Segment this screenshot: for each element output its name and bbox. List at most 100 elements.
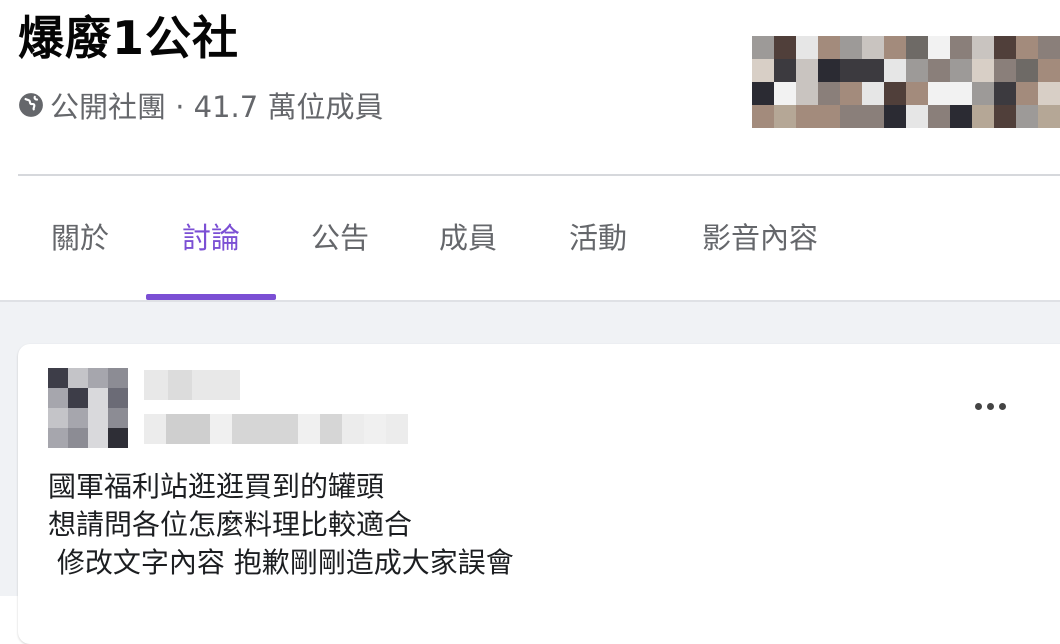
pixel-block: [884, 36, 906, 59]
pixel-block: [972, 82, 994, 105]
pixel-block: [774, 82, 796, 105]
pixel-block: [884, 59, 906, 82]
pixel-block: [928, 82, 950, 105]
pixel-block: [68, 368, 88, 388]
pixel-block: [906, 82, 928, 105]
pixel-block: [752, 59, 774, 82]
globe-icon: [19, 93, 43, 117]
pixel-block: [1016, 59, 1038, 82]
pixel-block: [818, 105, 840, 128]
tab-discussion[interactable]: 討論: [146, 196, 276, 296]
pixel-block: [752, 105, 774, 128]
pixel-block: [950, 82, 972, 105]
pixel-block: [68, 428, 88, 448]
pixel-block: [192, 370, 216, 400]
pixel-block: [88, 368, 108, 388]
pixel-block: [144, 414, 166, 444]
pixel-block: [1038, 105, 1060, 128]
pixel-block: [818, 82, 840, 105]
post-timestamp-blurred[interactable]: [144, 414, 408, 444]
pixel-block: [108, 428, 128, 448]
pixel-block: [48, 368, 68, 388]
pixel-block: [840, 82, 862, 105]
pixel-block: [862, 82, 884, 105]
more-options-icon: [986, 402, 994, 410]
post-text: 國軍福利站逛逛買到的罐頭 想請問各位怎麼料理比較適合 修改文字內容 抱歉剛剛造成…: [48, 468, 514, 582]
pixel-block: [364, 414, 386, 444]
post-text-line: 想請問各位怎麼料理比較適合: [48, 508, 413, 541]
pixel-block: [840, 105, 862, 128]
tab-members[interactable]: 成員: [418, 196, 518, 296]
pixel-block: [796, 105, 818, 128]
group-tabs: 關於 討論 公告 成員 活動 影音內容: [0, 196, 1060, 300]
pixel-block: [298, 414, 320, 444]
pixel-block: [88, 428, 108, 448]
pixel-block: [774, 105, 796, 128]
pixel-block: [862, 59, 884, 82]
group-title[interactable]: 爆廢1公社: [18, 2, 239, 68]
pixel-block: [320, 414, 342, 444]
pixel-block: [276, 414, 298, 444]
pixel-block: [774, 36, 796, 59]
pixel-block: [752, 82, 774, 105]
pixel-block: [188, 414, 210, 444]
pixel-block: [928, 36, 950, 59]
pixel-block: [1038, 36, 1060, 59]
pixel-block: [108, 388, 128, 408]
pixel-block: [818, 59, 840, 82]
pixel-block: [928, 59, 950, 82]
pixel-block: [884, 82, 906, 105]
pixel-block: [342, 414, 364, 444]
pixel-block: [972, 105, 994, 128]
pixel-block: [166, 414, 188, 444]
pixel-block: [796, 36, 818, 59]
pixel-block: [906, 36, 928, 59]
pixel-block: [254, 414, 276, 444]
post-author-avatar[interactable]: [48, 368, 128, 448]
header-divider: [18, 174, 1060, 176]
pixel-block: [862, 105, 884, 128]
more-options-icon: [974, 402, 982, 410]
pixel-block: [88, 388, 108, 408]
pixel-block: [68, 408, 88, 428]
pixel-block: [928, 105, 950, 128]
pixel-block: [796, 82, 818, 105]
more-options-button[interactable]: [964, 386, 1016, 426]
pixel-block: [862, 36, 884, 59]
post-card: 國軍福利站逛逛買到的罐頭 想請問各位怎麼料理比較適合 修改文字內容 抱歉剛剛造成…: [18, 344, 1060, 644]
tab-about[interactable]: 關於: [30, 196, 130, 296]
pixel-block: [108, 408, 128, 428]
pixel-block: [1038, 59, 1060, 82]
pixel-block: [994, 59, 1016, 82]
pixel-block: [48, 408, 68, 428]
pixel-block: [840, 36, 862, 59]
pixel-block: [48, 428, 68, 448]
group-header: 爆廢1公社 公開社團 · 41.7 萬位成員 關於 討論 公告 成員 活動 影音…: [0, 0, 1060, 300]
pixel-block: [994, 105, 1016, 128]
feed-divider: [0, 300, 1060, 302]
post-author-name-blurred[interactable]: [144, 370, 240, 400]
pixel-block: [386, 414, 408, 444]
tab-announcements[interactable]: 公告: [290, 196, 390, 296]
pixel-block: [950, 105, 972, 128]
group-meta-text: 公開社團 · 41.7 萬位成員: [50, 90, 384, 124]
pixel-block: [972, 36, 994, 59]
pixel-block: [168, 370, 192, 400]
pixel-block: [818, 36, 840, 59]
more-options-icon: [998, 402, 1006, 410]
pixel-block: [774, 59, 796, 82]
tab-media[interactable]: 影音內容: [690, 196, 830, 296]
post-text-line: 國軍福利站逛逛買到的罐頭: [48, 470, 385, 503]
pixel-block: [210, 414, 232, 444]
pixel-block: [752, 36, 774, 59]
tab-events[interactable]: 活動: [548, 196, 648, 296]
pixel-block: [88, 408, 108, 428]
pixel-block: [216, 370, 240, 400]
pixel-block: [906, 59, 928, 82]
pixel-block: [48, 388, 68, 408]
pixel-block: [950, 36, 972, 59]
discussion-feed: 國軍福利站逛逛買到的罐頭 想請問各位怎麼料理比較適合 修改文字內容 抱歉剛剛造成…: [0, 300, 1060, 644]
pixel-block: [906, 105, 928, 128]
pixel-block: [1016, 82, 1038, 105]
member-avatars[interactable]: [752, 36, 1060, 128]
